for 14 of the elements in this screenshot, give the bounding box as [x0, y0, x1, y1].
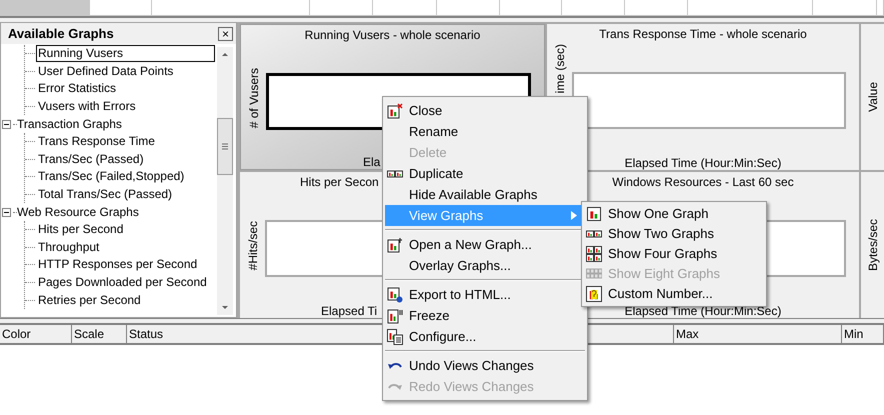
axis-label: ime (sec)	[552, 44, 568, 94]
graph-title: Hits per Secon	[300, 174, 379, 191]
axis-label: Ela	[363, 156, 380, 169]
axis-label: Value	[864, 82, 880, 112]
graph-title: Windows Resources - Last 60 sec	[612, 174, 794, 191]
graph-title: Running Vusers - whole scenario	[304, 27, 480, 44]
axis-label: # of Vusers	[246, 68, 262, 128]
axis-label: Elapsed Time (Hour:Min:Sec)	[624, 157, 782, 170]
panel-title: Available Graphs	[8, 24, 114, 43]
graph-title: Trans Response Time - whole scenario	[599, 26, 807, 43]
axis-label: Bytes/sec	[864, 218, 880, 272]
axis-label: Elapsed Time (Hour:Min:Sec)	[624, 305, 782, 318]
axis-label: #Hits/sec	[244, 221, 260, 271]
axis-label: Elapsed Ti	[321, 305, 378, 318]
